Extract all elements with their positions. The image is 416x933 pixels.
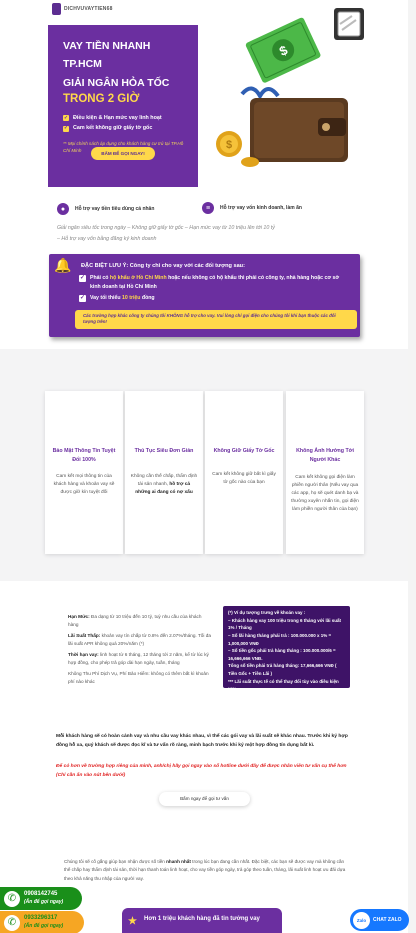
star-icon: ★ <box>128 916 137 927</box>
example-line: *** Lãi suất thực tế có thể thay đổi tùy… <box>228 678 339 692</box>
card-title: Không Giữ Giấy Tờ Gốc <box>213 448 275 454</box>
card-description: Cam kết không gọi điện làm phiền người t… <box>291 475 359 512</box>
support-red-text: Để có hơn về trường hợp riêng của mình, … <box>56 764 347 778</box>
hero-check-label: Điều kiện & Hạn mức vay linh hoạt <box>73 115 162 122</box>
loan-fees: Không Thu Phí Dịch Vụ, Phí Bảo Hiểm: khô… <box>68 670 209 685</box>
intro-paragraph: Chúng tôi sẽ cố gắng giúp bạn nhận được … <box>64 859 346 881</box>
example-line: – Khách hàng vay 100 triệu trong 6 tháng… <box>228 617 341 631</box>
example-line: (*) Ví dụ tượng trưng về khoản vay : <box>228 610 306 615</box>
checkbox-icon: ✓ <box>79 295 86 302</box>
benefit-card-privacy: Bảo Mật Thông Tin Tuyệt Đối 100% Cam kết… <box>45 391 123 554</box>
trust-banner: ★ Hơn 1 triệu khách hàng đã tin tưởng va… <box>122 908 282 933</box>
benefit-card-documents: Không Giữ Giấy Tờ Gốc Cam kết không giữ … <box>205 391 283 554</box>
example-line: – Số tiền gốc phải trả hàng tháng : 100.… <box>228 648 336 661</box>
zalo-label: CHAT ZALO <box>373 917 402 923</box>
card-title: Bảo Mật Thông Tin Tuyệt Đối 100% <box>52 448 116 464</box>
support-text: Mỗi khách hàng sẽ có hoàn cảnh vay và nh… <box>56 734 348 748</box>
hero-highlight: TRONG 2 GIỜ <box>63 93 140 106</box>
hotline-button-1[interactable]: ✆ 0908142745 (Ấn để gọi ngay) <box>0 887 82 910</box>
trust-banner-text: Hơn 1 triệu khách hàng đã tin tưởng vay <box>144 916 260 922</box>
money-wallet-illustration: $ $ <box>216 8 364 167</box>
phone-icon: ✆ <box>4 914 20 931</box>
hotline-text: 0908142745 (Ấn để gọi ngay) <box>24 891 64 905</box>
phone-icon: ✆ <box>4 890 20 907</box>
notice-item-text: Vay tối thiểu 10 triệu đồng <box>90 295 155 301</box>
loan-limit: Hạn Mức: Đa dạng từ 10 triệu đến 10 tỷ, … <box>68 614 202 628</box>
logo-mark-icon <box>52 3 61 15</box>
loan-term: Thời hạn vay: linh hoạt từ 6 tháng, 12 t… <box>68 651 209 666</box>
person-icon: ● <box>57 203 69 215</box>
check-icon: ✓ <box>63 114 69 122</box>
scrollbar[interactable] <box>408 0 416 933</box>
loan-rate: Lãi Suất Thấp: khoản vay tín chấp từ 0.8… <box>68 632 211 647</box>
special-notice-box: 🔔 ĐẶC BIỆT LƯU Ý: Công ty chỉ cho vay vớ… <box>49 254 360 337</box>
example-line: – Số lãi hàng tháng phải trả : 100.000.0… <box>228 632 332 646</box>
check-icon: ✓ <box>63 124 69 132</box>
card-title: Thủ Tục Siêu Đơn Giản <box>134 448 194 454</box>
notice-title: ĐẶC BIỆT LƯU Ý: Công ty chỉ cho vay với … <box>81 263 245 269</box>
zalo-icon: Zalo <box>353 911 370 929</box>
benefit-card-simple: Thủ Tục Siêu Đơn Giản Không cần thế chấp… <box>125 391 203 554</box>
bell-icon: 🔔 <box>54 257 72 273</box>
subtext-line1: Giải ngân siêu tốc trong ngày – Không gi… <box>57 225 275 231</box>
site-logo[interactable]: DICHVUVAYTIEN68 <box>52 3 113 15</box>
card-description: Cam kết không giữ bất kì giấy tờ gốc nào… <box>212 472 276 485</box>
subtext-line2: – Hỗ trợ vay vốn bằng đăng ký kinh doanh <box>57 236 157 242</box>
notice-item-minimum: ✓ Vay tối thiểu 10 triệu đồng <box>79 294 351 303</box>
svg-text:$: $ <box>226 139 232 151</box>
hero-title-line1: VAY TIỀN NHANH TP.HCM <box>63 40 151 71</box>
coins-icon: ≡ <box>202 202 214 214</box>
hero-check-item: ✓ Cam kết không giữ giấy tờ gốc <box>63 123 188 133</box>
notice-warning-bar: Các trường hợp khác công ty chúng tôi KH… <box>75 310 357 329</box>
hero-check-item: ✓ Điều kiện & Hạn mức vay linh hoạt <box>63 113 188 123</box>
landing-page: DICHVUVAYTIEN68 VAY TIỀN NHANH TP.HCM GI… <box>0 0 416 933</box>
call-now-button[interactable]: BẤM ĐỂ GỌI NGAY! <box>91 147 155 160</box>
consult-call-button[interactable]: Bấm ngay để gọi tư vấn <box>159 792 250 806</box>
hero-title-line2: GIẢI NGÂN HỎA TỐC <box>63 76 170 89</box>
card-description: Không cần thế chấp, thẩm định tài sản nh… <box>130 474 198 495</box>
hero-banner: VAY TIỀN NHANH TP.HCM GIẢI NGÂN HỎA TỐC … <box>48 25 198 187</box>
feature-label: Hỗ trợ vay vốn kinh doanh, làm ăn <box>220 205 302 211</box>
notice-item-text: Phải có hộ khẩu ở Hồ Chí Minh hoặc nếu k… <box>90 275 340 291</box>
loan-example-box: (*) Ví dụ tượng trưng về khoản vay : – K… <box>223 606 350 691</box>
zalo-chat-button[interactable]: Zalo CHAT ZALO <box>350 909 409 931</box>
notice-item-residence: ✓ Phải có hộ khẩu ở Hồ Chí Minh hoặc nếu… <box>79 274 351 292</box>
hero-checklist: ✓ Điều kiện & Hạn mức vay linh hoạt ✓ Cam … <box>63 113 188 134</box>
logo-text: DICHVUVAYTIEN68 <box>64 6 113 12</box>
benefit-card-no-harassment: Không Ảnh Hưởng Tới Người Khác Cam kết k… <box>286 391 364 554</box>
hotline-text: 0933296317 (Ấn để gọi ngay) <box>24 915 64 929</box>
hotline-button-2[interactable]: ✆ 0933296317 (Ấn để gọi ngay) <box>0 911 84 933</box>
card-title: Không Ảnh Hưởng Tới Người Khác <box>296 448 354 464</box>
checkbox-icon: ✓ <box>79 275 86 282</box>
hero-check-label: Cam kết không giữ giấy tờ gốc <box>73 125 153 132</box>
example-line: Tổng số tiền phải trả hàng tháng: 17,666… <box>228 663 337 677</box>
feature-label: Hỗ trợ vay tiền tiêu dùng cá nhân <box>75 206 155 212</box>
feature-personal-loan: ● Hỗ trợ vay tiền tiêu dùng cá nhân <box>57 203 154 215</box>
card-description: Cam kết mọi thông tin của khách hàng và … <box>53 474 115 495</box>
loan-terms: Hạn Mức: Đa dạng từ 10 triệu đến 10 tỷ, … <box>68 613 213 687</box>
feature-business-loan: ≡ Hỗ trợ vay vốn kinh doanh, làm ăn <box>202 202 302 214</box>
